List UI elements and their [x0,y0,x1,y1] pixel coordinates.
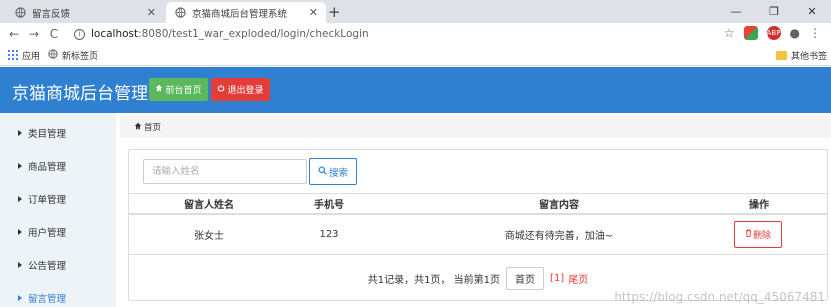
sidebar-item-label: 公告管理 [28,261,67,272]
close-window-button[interactable]: ✕ [793,0,831,23]
message-panel: 搜索 留言人姓名 手机号 留言内容 操作 张女士 123 商城还有待完善，加油~… [128,149,828,301]
first-page-button[interactable]: 首页 [506,266,545,290]
table-header-row: 留言人姓名 手机号 留言内容 操作 [129,193,827,215]
sidebar-item-products[interactable]: 商品管理 [0,156,116,176]
caret-right-icon [18,130,22,136]
column-header-action: 操作 [749,200,769,211]
sidebar-item-orders[interactable]: 订单管理 [0,189,116,209]
sidebar-item-label: 用户管理 [28,228,67,239]
close-icon[interactable]: ✕ [147,6,156,19]
extension-icon[interactable] [743,26,758,40]
table-row: 张女士 123 商城还有待完善，加油~ 删除 [129,215,827,255]
sidebar-item-category[interactable]: 类目管理 [0,123,116,143]
search-icon [318,165,327,178]
breadcrumb-home[interactable]: 首页 [144,121,161,133]
pagination: 共1记录，共1页， 当前第1页 首页 [1] 尾页 [129,265,827,291]
home-icon [134,122,142,133]
power-icon [217,84,225,95]
reload-button[interactable]: C [44,27,64,41]
column-header-content: 留言内容 [539,200,579,211]
adblock-icon[interactable]: ABP [766,26,781,40]
browser-tab-strip: 留言反馈 ✕ 京猫商城后台管理系统 ✕ + — ❐ ✕ [0,0,831,23]
profile-icon[interactable]: ● [790,26,800,40]
name-search-input[interactable] [143,159,307,184]
maximize-button[interactable]: ❐ [755,0,793,23]
caret-right-icon [18,196,22,202]
globe-icon [14,7,26,19]
globe-icon [48,48,58,62]
browser-tab-admin[interactable]: 京猫商城后台管理系统 ✕ [166,2,326,23]
browser-tab-feedback[interactable]: 留言反馈 ✕ [6,2,164,23]
caret-right-icon [18,262,22,268]
info-icon[interactable]: i [74,28,85,40]
logout-button-label: 退出登录 [227,86,264,96]
caret-right-icon [18,163,22,169]
menu-icon[interactable]: ⋮ [809,26,821,40]
back-button[interactable]: ← [4,27,24,41]
caret-right-icon [18,295,22,301]
bookmark-apps[interactable]: 应用 [8,49,40,62]
window-controls: — ❐ ✕ [717,0,831,23]
bookmark-newtab[interactable]: 新标签页 [48,48,99,62]
cell-phone: 123 [319,229,339,240]
sidebar-item-label: 类目管理 [28,129,67,140]
forward-button[interactable]: → [24,27,44,41]
trash-icon [745,229,752,240]
cell-name: 张女士 [194,231,224,242]
toolbar-actions: ☆ ABP ● ⋮ [724,26,821,40]
url-host: localhost [91,28,139,40]
search-button[interactable]: 搜索 [309,158,357,185]
browser-tab-title: 京猫商城后台管理系统 [192,8,288,20]
last-page-link[interactable]: 尾页 [568,271,588,286]
folder-icon [775,50,787,60]
globe-icon [174,7,186,19]
star-icon[interactable]: ☆ [724,26,735,40]
sidebar-item-label: 订单管理 [28,195,67,206]
cell-content: 商城还有待完善，加油~ [504,231,614,242]
minimize-button[interactable]: — [717,0,755,23]
logout-button[interactable]: 退出登录 [211,78,270,101]
current-page-link[interactable]: [1] [550,273,564,284]
brand-title: 京猫商城后台管理 [12,84,148,104]
watermark: https://blog.csdn.net/qq_45067481 [614,290,825,304]
close-icon[interactable]: ✕ [309,6,318,19]
bookmark-label: 应用 [22,51,41,62]
sidebar-item-messages[interactable]: 留言管理 [0,288,116,307]
app-header: 京猫商城后台管理 前台首页 退出登录 [0,67,831,113]
home-icon [155,84,163,95]
sidebar: 类目管理 商品管理 订单管理 用户管理 公告管理 留言管理 [0,113,116,307]
search-button-label: 搜索 [328,167,348,179]
address-bar[interactable]: i localhost :8080/test1_war_exploded/log… [74,25,714,43]
bookmarks-bar: 应用 新标签页 其他书签 [0,45,831,66]
bookmark-label: 新标签页 [62,51,99,62]
column-header-name: 留言人姓名 [184,200,234,211]
other-bookmarks-label: 其他书签 [790,51,827,62]
new-tab-button[interactable]: + [328,3,341,21]
sidebar-item-label: 商品管理 [28,162,67,173]
pagination-info: 共1记录，共1页， 当前第1页 [367,274,501,286]
delete-button[interactable]: 删除 [734,221,782,248]
sidebar-item-label: 留言管理 [28,294,67,305]
url-path: :8080/test1_war_exploded/login/checkLogi… [138,28,369,40]
home-button-label: 前台首页 [165,86,202,96]
home-button[interactable]: 前台首页 [149,78,208,101]
delete-button-label: 删除 [752,231,771,241]
apps-grid-icon [8,50,18,60]
sidebar-item-announcements[interactable]: 公告管理 [0,255,116,275]
sidebar-item-users[interactable]: 用户管理 [0,222,116,242]
other-bookmarks[interactable]: 其他书签 [775,49,827,62]
breadcrumb: 首页 [120,116,831,138]
browser-toolbar: ← → C i localhost :8080/test1_war_explod… [0,23,831,45]
column-header-phone: 手机号 [314,200,344,211]
browser-tab-title: 留言反馈 [32,8,71,20]
caret-right-icon [18,229,22,235]
